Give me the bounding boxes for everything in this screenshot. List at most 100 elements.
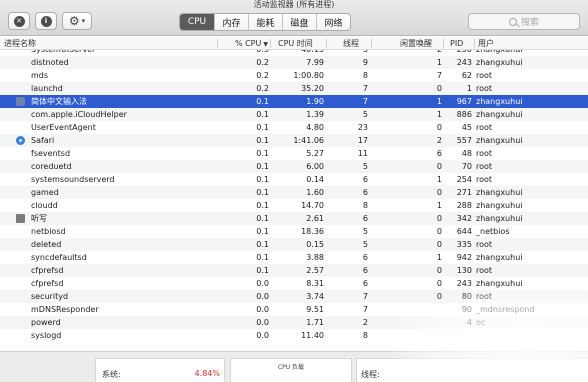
cell-cpu-time: 1.71: [306, 318, 324, 327]
cell-name: cfprefsd: [31, 266, 64, 275]
table-row[interactable]: mds 0.2 1:00.80 8 7 62 root: [0, 69, 588, 82]
tab-memory[interactable]: 内存: [214, 14, 248, 30]
cell-pid: 243: [456, 58, 472, 67]
cell-cpu: 0.0: [256, 305, 269, 314]
cell-name: launchd: [31, 84, 63, 93]
cell-threads: 11: [357, 149, 368, 158]
table-row[interactable]: coreduetd 0.1 6.00 5 0 70 root: [0, 160, 588, 173]
cpu-load-label: CPU 负载: [277, 364, 305, 371]
cell-name: 简体中文输入法: [31, 97, 87, 106]
column-header: 进程名称 % CPU ▼ CPU 时间 线程 闲置唤醒 PID 用户: [0, 37, 588, 50]
col-cpu-time-header[interactable]: CPU 时间: [278, 37, 313, 50]
cell-cpu-time: 6.00: [306, 162, 324, 171]
tab-bar: CPU 内存 能耗 磁盘 网络: [179, 13, 351, 31]
inspect-process-button[interactable]: i: [35, 12, 57, 30]
cell-threads: 5: [362, 227, 368, 236]
table-row[interactable]: launchd 0.2 35.20 7 0 1 root: [0, 82, 588, 95]
cell-name: deleted: [31, 240, 62, 249]
quit-process-button[interactable]: ✕: [8, 12, 30, 30]
cell-cpu: 0.1: [256, 201, 269, 210]
cell-pid: 942: [456, 253, 472, 262]
cell-pid: 62: [461, 71, 472, 80]
cell-cpu: 0.1: [256, 162, 269, 171]
cell-idle-wake: 6: [436, 149, 442, 158]
table-row[interactable]: gamed 0.1 1.60 6 0 271 zhangxuhui: [0, 186, 588, 199]
tab-disk[interactable]: 磁盘: [282, 14, 316, 30]
cell-cpu: 0.0: [256, 279, 269, 288]
cell-cpu: 0.1: [256, 110, 269, 119]
tab-energy[interactable]: 能耗: [248, 14, 282, 30]
col-idle-wake-header[interactable]: 闲置唤醒: [400, 37, 432, 50]
actions-menu-button[interactable]: ⚙ ▾: [62, 12, 92, 30]
table-row[interactable]: distnoted 0.2 7.99 9 1 243 zhangxuhui: [0, 56, 588, 69]
col-cpu-label: % CPU: [234, 39, 262, 48]
cell-name: UserEventAgent: [31, 123, 96, 132]
cell-threads: 6: [362, 253, 368, 262]
cell-threads: 7: [362, 292, 368, 301]
cell-threads: 23: [357, 123, 368, 132]
table-row[interactable]: 简体中文输入法 0.1 1.90 7 1 967 zhangxuhui: [0, 95, 588, 108]
tab-network[interactable]: 网络: [316, 14, 350, 30]
col-threads-header[interactable]: 线程: [343, 37, 359, 50]
table-row[interactable]: UserEventAgent 0.1 4.80 23 0 45 root: [0, 121, 588, 134]
cell-pid: 288: [456, 201, 472, 210]
cell-cpu-time: 0.14: [306, 175, 324, 184]
table-row[interactable]: Safari 0.1 1:41.06 17 2 557 zhangxuhui: [0, 134, 588, 147]
cell-cpu: 0.1: [256, 136, 269, 145]
table-row[interactable]: fseventsd 0.1 5.27 11 6 48 root: [0, 147, 588, 160]
col-name-header[interactable]: 进程名称: [4, 37, 36, 50]
cell-cpu: 0.1: [256, 227, 269, 236]
cell-idle-wake: 0: [436, 266, 442, 275]
cell-idle-wake: 1: [436, 97, 442, 106]
cell-threads: 5: [362, 240, 368, 249]
cell-name: systemsoundserverd: [31, 175, 115, 184]
cell-cpu-time: 2.57: [306, 266, 324, 275]
cell-cpu-time: 3.74: [306, 292, 324, 301]
cpu-load-panel: CPU 负载: [230, 358, 352, 382]
cell-idle-wake: 7: [436, 71, 442, 80]
cell-name: securityd: [31, 292, 69, 301]
threads-label: 线程:: [361, 370, 380, 379]
cell-threads: 6: [362, 214, 368, 223]
cell-threads: 5: [362, 162, 368, 171]
dictation-icon: [16, 214, 25, 223]
table-row[interactable]: cfprefsd 0.1 2.57 6 0 130 root: [0, 264, 588, 277]
table-row[interactable]: com.apple.iCloudHelper 0.1 1.39 5 1 886 zhangx…: [0, 108, 588, 121]
cell-cpu-time: 1.39: [306, 110, 324, 119]
tab-cpu[interactable]: CPU: [180, 14, 214, 30]
table-row[interactable]: 听写 0.1 2.61 6 0 342 zhangxuhui: [0, 212, 588, 225]
cell-cpu: 0.1: [256, 188, 269, 197]
cell-user: root: [476, 149, 493, 158]
col-user-header[interactable]: 用户: [478, 37, 494, 50]
cell-name: netbiosd: [31, 227, 66, 236]
table-row[interactable]: cloudd 0.1 14.70 8 1 288 zhangxuhui: [0, 199, 588, 212]
cell-idle-wake: 2: [436, 136, 442, 145]
cell-idle-wake: 1: [436, 201, 442, 210]
cell-cpu: 0.0: [256, 318, 269, 327]
cell-user: root: [476, 162, 493, 171]
table-row[interactable]: deleted 0.1 0.15 5 0 335 root: [0, 238, 588, 251]
search-input[interactable]: 搜索: [468, 13, 580, 30]
window-title: 活动监视器 (所有进程): [253, 0, 335, 9]
cell-cpu: 0.2: [256, 71, 269, 80]
cell-user: zhangxuhui: [476, 97, 523, 106]
cell-cpu-time: 1:41.06: [293, 136, 324, 145]
table-row[interactable]: systemsoundserverd 0.1 0.14 6 1 254 root: [0, 173, 588, 186]
cell-threads: 7: [362, 305, 368, 314]
cell-cpu: 0.0: [256, 292, 269, 301]
cell-user: zhangxuhui: [476, 110, 523, 119]
cell-cpu: 0.1: [256, 240, 269, 249]
watermark-overlay: [392, 286, 588, 382]
col-cpu-header[interactable]: % CPU ▼: [218, 37, 268, 50]
cell-user: zhangxuhui: [476, 201, 523, 210]
cell-cpu-time: 9.51: [306, 305, 324, 314]
col-pid-header[interactable]: PID: [450, 37, 463, 50]
table-row[interactable]: syncdefaultsd 0.1 3.88 6 1 942 zhangxuhui: [0, 251, 588, 264]
table-row[interactable]: netbiosd 0.1 18.36 5 0 644 _netbios: [0, 225, 588, 238]
cell-cpu-time: 3.88: [306, 253, 324, 262]
cell-user: zhangxuhui: [476, 136, 523, 145]
cell-idle-wake: 0: [436, 84, 442, 93]
cell-cpu: 0.1: [256, 214, 269, 223]
cell-cpu: 0.1: [256, 253, 269, 262]
cell-name: coreduetd: [31, 162, 72, 171]
